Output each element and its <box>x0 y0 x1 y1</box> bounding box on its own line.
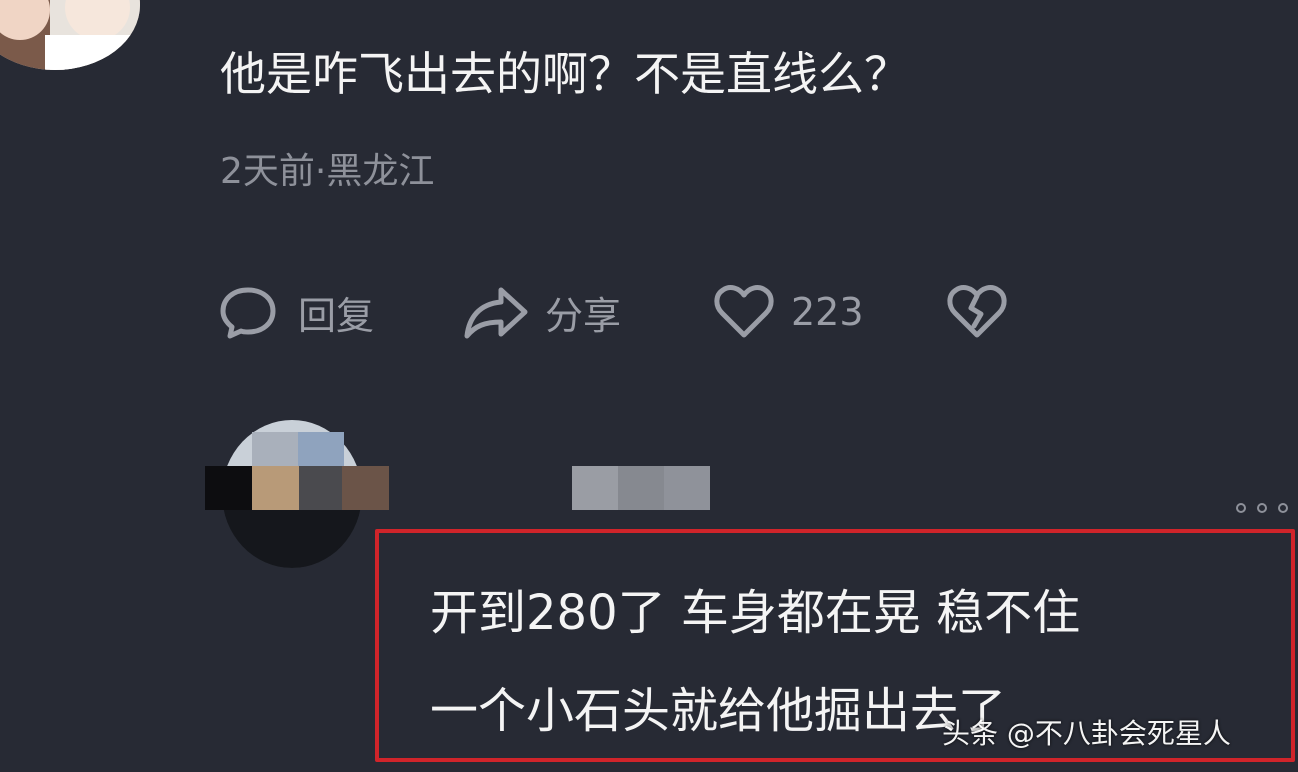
mosaic-block <box>342 466 389 510</box>
comment-meta: 2天前·黑龙江 <box>220 151 435 192</box>
watermark: 头条 @不八卦会死星人 <box>942 717 1231 750</box>
broken-heart-icon <box>947 285 1007 338</box>
reply-label: 回复 <box>298 293 375 338</box>
chat-bubble-icon <box>220 287 276 339</box>
mosaic-block <box>252 466 299 510</box>
mosaic-block <box>205 466 252 510</box>
heart-icon <box>714 285 774 338</box>
more-options-icon[interactable] <box>1236 500 1288 516</box>
reply-username-blurred[interactable] <box>572 466 710 510</box>
commenter-avatar[interactable] <box>0 0 140 70</box>
dislike-button[interactable] <box>946 280 1008 344</box>
mosaic-block <box>252 432 298 466</box>
reply-text-line2: 一个小石头就给他掘出去了 <box>430 683 1007 739</box>
comment-screen: 他是咋飞出去的啊？不是直线么？ 2天前·黑龙江 回复 分享 223 开到280了… <box>0 0 1298 772</box>
share-label: 分享 <box>545 293 622 338</box>
reply-button[interactable]: 回复 <box>218 280 374 344</box>
share-button[interactable]: 分享 <box>461 280 621 344</box>
comment-text: 他是咋飞出去的啊？不是直线么？ <box>220 47 910 101</box>
share-arrow-icon <box>464 287 528 339</box>
mosaic-block <box>299 466 346 510</box>
reply-text-line1: 开到280了 车身都在晃 稳不住 <box>430 585 1081 641</box>
mosaic-block <box>298 432 344 466</box>
comment-actions: 回复 分享 223 <box>218 280 1038 344</box>
like-button[interactable]: 223 <box>713 280 864 344</box>
like-count: 223 <box>791 290 864 334</box>
